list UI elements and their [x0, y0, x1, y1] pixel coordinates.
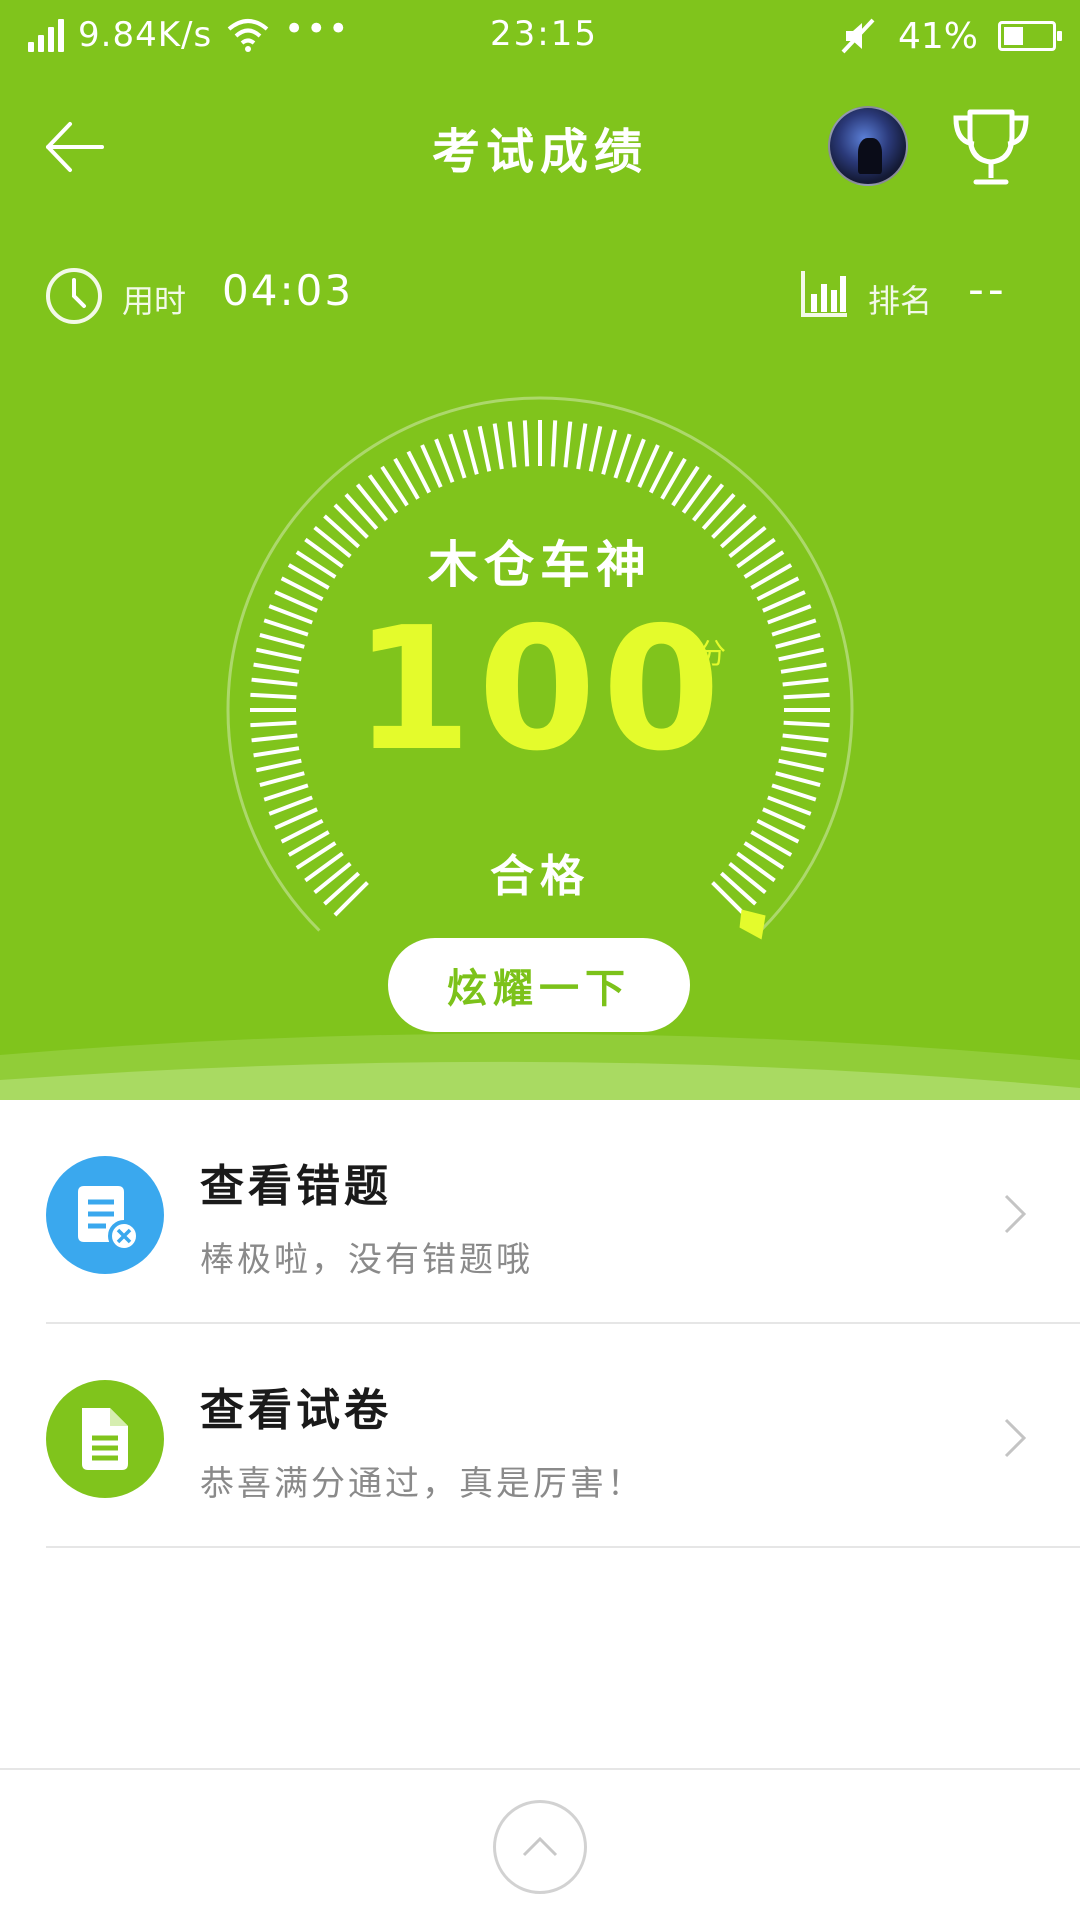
gauge-tick — [563, 421, 573, 468]
gauge-tick — [434, 438, 455, 483]
header-panel: 9.84K/s ••• 23:15 41% 考试成绩 用时 04:03 排名 -… — [0, 0, 1080, 1100]
score-unit: 分 — [698, 637, 727, 670]
divider — [46, 1546, 1080, 1548]
battery-percent: 41% — [897, 15, 978, 57]
signal-icon — [28, 18, 64, 52]
gauge-tick — [448, 433, 467, 479]
stats-row: 用时 04:03 排名 -- — [0, 258, 1080, 328]
mute-icon — [841, 18, 875, 54]
wifi-icon — [227, 19, 269, 52]
list-item-exam-paper[interactable]: 查看试卷 恭喜满分通过，真是厉害！ — [0, 1324, 1080, 1548]
clock-time: 23:15 — [490, 14, 598, 54]
gauge-tick — [601, 429, 617, 475]
gauge-tick — [771, 783, 817, 802]
gauge-tick — [576, 423, 588, 470]
time-value: 04:03 — [222, 266, 354, 315]
nav-bar: 考试成绩 — [0, 72, 1080, 222]
rank-value: -- — [968, 264, 1008, 315]
gauge-progress-marker — [739, 909, 766, 940]
rank-label: 排名 — [868, 282, 933, 320]
clock-icon — [46, 268, 102, 324]
gauge-tick — [625, 438, 646, 483]
bar-chart-icon — [801, 271, 847, 317]
scroll-up-button[interactable] — [493, 1800, 587, 1894]
score-title: 木仓车神 — [428, 536, 652, 594]
list-item-title: 查看错题 — [200, 1161, 392, 1212]
page-title: 考试成绩 — [431, 124, 648, 180]
gauge-tick — [613, 433, 632, 479]
score-value: 100 — [353, 591, 727, 789]
gauge-tick — [268, 795, 313, 816]
gauge-tick — [767, 795, 812, 816]
list-item-title: 查看试卷 — [200, 1385, 392, 1436]
share-button[interactable]: 炫耀一下 — [388, 938, 690, 1032]
gauge-tick — [492, 423, 504, 470]
status-bar: 9.84K/s ••• 23:15 41% — [0, 0, 1080, 72]
list-item-wrong-questions[interactable]: 查看错题 棒极啦，没有错题哦 — [0, 1100, 1080, 1324]
battery-icon — [998, 21, 1062, 51]
result-label: 合格 — [490, 851, 590, 902]
chevron-right-icon — [1004, 1418, 1027, 1458]
trophy-icon[interactable] — [950, 106, 1032, 190]
gauge-tick — [522, 420, 530, 467]
bottom-bar — [0, 1768, 1080, 1920]
wrong-questions-icon — [46, 1156, 164, 1274]
gauge-tick — [463, 429, 479, 475]
list-item-subtitle: 棒极啦，没有错题哦 — [200, 1240, 533, 1280]
gauge-tick — [477, 425, 492, 472]
gauge-tick — [588, 425, 603, 472]
list-item-subtitle: 恭喜满分通过，真是厉害！ — [200, 1464, 644, 1504]
avatar[interactable] — [828, 106, 908, 186]
chevron-up-icon — [522, 1836, 558, 1857]
time-label: 用时 — [122, 282, 187, 320]
exam-paper-icon — [46, 1380, 164, 1498]
gauge-tick — [550, 420, 558, 467]
network-speed: 9.84K/s — [78, 15, 213, 55]
more-dots: ••• — [284, 9, 351, 49]
gauge-tick — [507, 421, 517, 468]
gauge-tick — [263, 783, 309, 802]
chevron-right-icon — [1004, 1194, 1027, 1234]
